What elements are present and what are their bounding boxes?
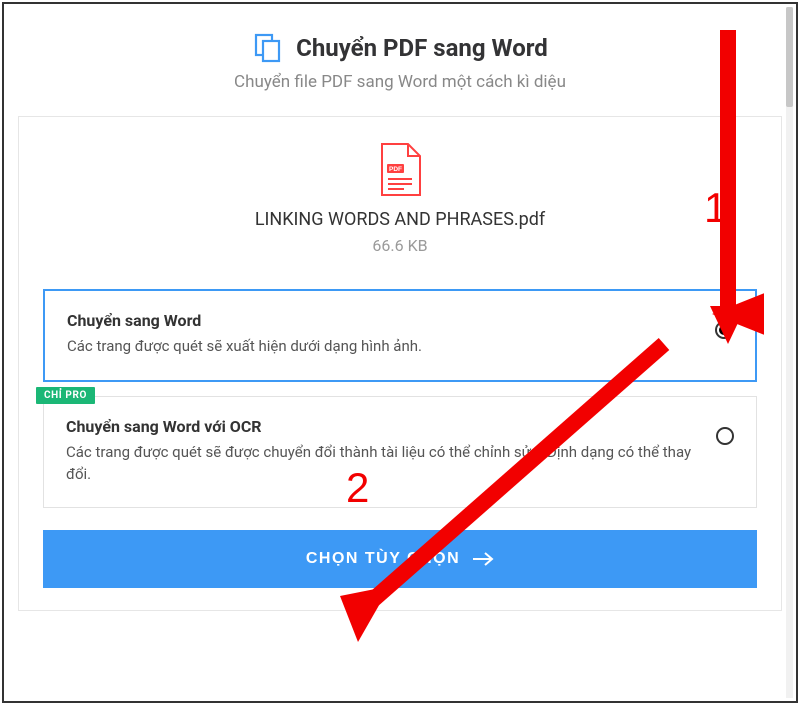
pro-badge: CHỈ PRO	[36, 387, 95, 404]
file-name: LINKING WORDS AND PHRASES.pdf	[43, 209, 757, 230]
choose-option-button[interactable]: CHỌN TÙY CHỌN	[43, 530, 757, 588]
radio-selected-icon[interactable]	[715, 321, 733, 339]
page-subtitle: Chuyển file PDF sang Word một cách kì di…	[18, 72, 782, 92]
file-info: PDF LINKING WORDS AND PHRASES.pdf 66.6 K…	[43, 143, 757, 255]
button-label: CHỌN TÙY CHỌN	[306, 550, 460, 568]
option-desc: Các trang được quét sẽ xuất hiện dưới dạ…	[67, 336, 691, 358]
scrollbar-track	[786, 7, 793, 698]
option-convert-to-word-ocr[interactable]: CHỈ PRO Chuyển sang Word với OCR Các tra…	[43, 396, 757, 509]
copy-pages-icon	[252, 32, 284, 64]
scrollbar-thumb[interactable]	[786, 7, 793, 107]
option-desc: Các trang được quét sẽ được chuyển đổi t…	[66, 442, 692, 486]
conversion-card: PDF LINKING WORDS AND PHRASES.pdf 66.6 K…	[18, 116, 782, 611]
svg-text:PDF: PDF	[389, 166, 402, 173]
radio-unselected-icon[interactable]	[716, 427, 734, 445]
option-title: Chuyển sang Word với OCR	[66, 417, 692, 436]
page-title: Chuyển PDF sang Word	[296, 34, 548, 62]
option-title: Chuyển sang Word	[67, 311, 691, 330]
arrow-right-icon	[472, 552, 494, 566]
pdf-file-icon: PDF	[378, 143, 422, 197]
file-size: 66.6 KB	[43, 236, 757, 255]
option-convert-to-word[interactable]: Chuyển sang Word Các trang được quét sẽ …	[43, 289, 757, 382]
